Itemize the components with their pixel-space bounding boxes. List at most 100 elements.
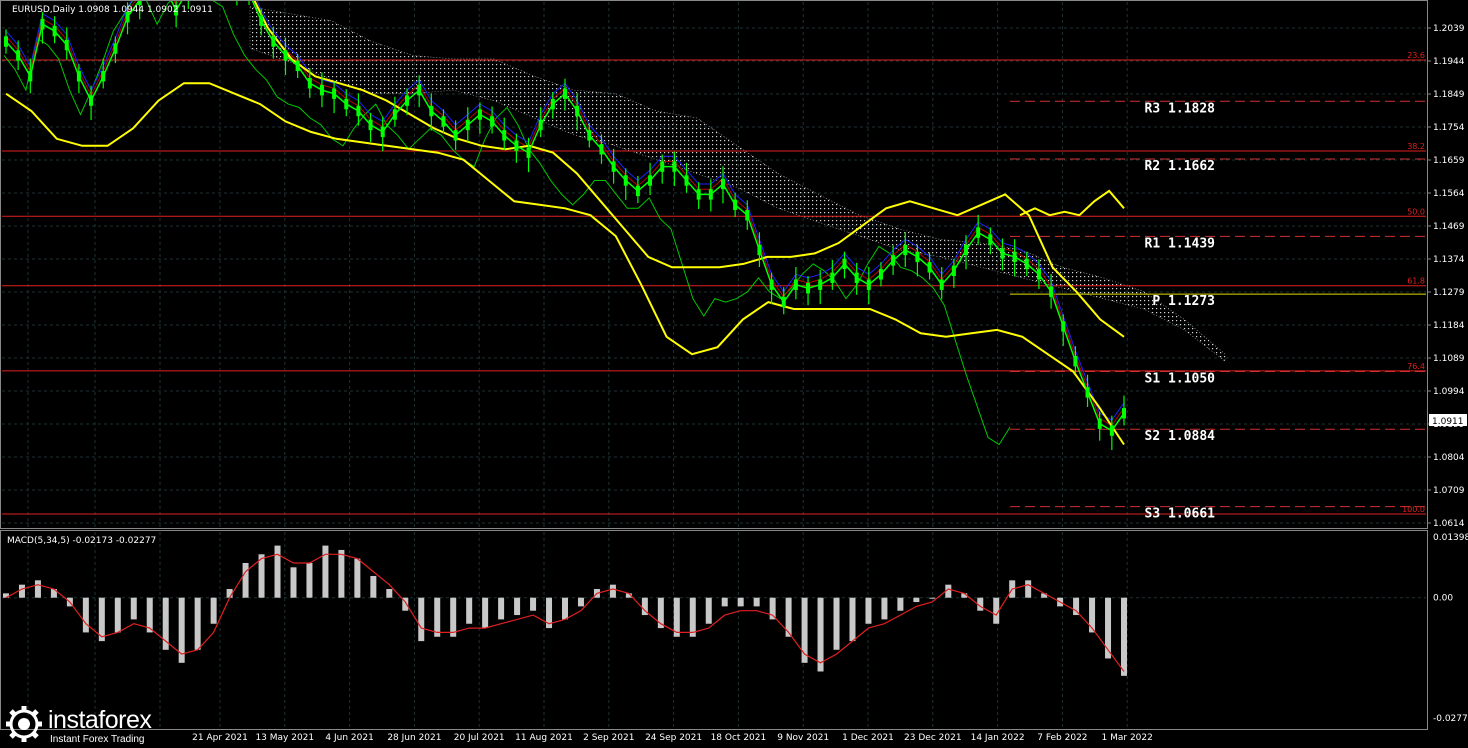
blue-ma-line bbox=[5, 0, 1125, 421]
macd-bar bbox=[434, 597, 441, 637]
pivot-label: S3 1.0661 bbox=[1145, 507, 1216, 522]
y-tick-label: 1.2039 bbox=[1433, 24, 1465, 34]
macd-bar bbox=[210, 597, 217, 624]
fibonacci-levels: 23.638.250.061.876.4100.0 bbox=[2, 51, 1426, 515]
macd-header: MACD(5,34,5) -0.02173 -0.02277 bbox=[7, 536, 156, 546]
y-tick-label: 1.0709 bbox=[1433, 486, 1465, 496]
macd-bar bbox=[562, 597, 568, 620]
x-tick-label: 2 Sep 2021 bbox=[583, 733, 634, 743]
macd-bar bbox=[753, 597, 760, 607]
macd-bar bbox=[817, 597, 824, 672]
y-tick-label: 1.1279 bbox=[1433, 288, 1465, 298]
macd-bar bbox=[833, 597, 840, 650]
macd-bar bbox=[514, 597, 521, 616]
macd-bar bbox=[82, 597, 89, 633]
macd-bar bbox=[689, 597, 696, 637]
macd-bar bbox=[18, 584, 25, 598]
brand-name: instaforex bbox=[48, 706, 152, 734]
x-tick-label: 1 Mar 2022 bbox=[1102, 733, 1153, 743]
trading-chart[interactable]: 23.638.250.061.876.4100.0 R3 1.1828R2 1.… bbox=[0, 0, 1468, 748]
macd-bar bbox=[354, 558, 361, 598]
y-tick-label: 1.1754 bbox=[1433, 123, 1465, 133]
macd-bar bbox=[769, 597, 776, 620]
brand-tagline: Instant Forex Trading bbox=[50, 734, 145, 745]
macd-bar bbox=[721, 597, 728, 607]
y-tick-label: 1.0614 bbox=[1433, 519, 1465, 529]
macd-bar bbox=[498, 597, 505, 620]
x-tick-label: 28 Jun 2021 bbox=[387, 733, 441, 743]
macd-bar bbox=[418, 597, 425, 642]
y-tick-label: 1.1184 bbox=[1433, 321, 1465, 331]
y-tick-label: 1.1849 bbox=[1433, 90, 1465, 100]
macd-bar bbox=[929, 597, 936, 599]
macd-bar bbox=[162, 597, 169, 650]
red-ma-line bbox=[5, 0, 1125, 427]
fib-label: 61.8 bbox=[1407, 277, 1425, 286]
macd-bar bbox=[849, 597, 856, 642]
y-tick-label: 1.1089 bbox=[1433, 354, 1465, 364]
instaforex-logo: instaforex Instant Forex Trading bbox=[4, 704, 180, 746]
x-tick-label: 7 Feb 2022 bbox=[1037, 733, 1087, 743]
y-tick-label: 1.1944 bbox=[1433, 57, 1465, 67]
macd-bar bbox=[881, 597, 888, 620]
fib-label: 76.4 bbox=[1407, 362, 1425, 371]
fib-label: 50.0 bbox=[1407, 207, 1425, 216]
pivot-label: R2 1.1662 bbox=[1145, 159, 1215, 174]
macd-bar bbox=[1025, 580, 1032, 598]
price-pane-border bbox=[0, 0, 1428, 529]
macd-bar bbox=[737, 597, 744, 607]
x-tick-label: 20 Jul 2021 bbox=[454, 733, 505, 743]
pivot-label: S1 1.1050 bbox=[1145, 372, 1216, 387]
y-tick-label: 1.1374 bbox=[1433, 255, 1465, 265]
macd-bar bbox=[1121, 597, 1127, 676]
fib-label: 38.2 bbox=[1407, 142, 1425, 151]
pivot-levels: R3 1.1828 R2 1.1662 R1 1.1439 P 1.1273 S1 1.… bbox=[1010, 100, 1426, 522]
macd-bar bbox=[466, 597, 473, 624]
macd-bar bbox=[482, 597, 489, 629]
band-lower-line bbox=[5, 82, 1125, 446]
macd-bar bbox=[34, 580, 41, 598]
macd-bar bbox=[609, 584, 616, 598]
macd-bar bbox=[386, 589, 393, 598]
macd-bar bbox=[194, 597, 201, 650]
y-tick-label: 1.0994 bbox=[1433, 387, 1465, 397]
macd-bar bbox=[705, 597, 712, 624]
x-tick-label: 13 May 2021 bbox=[255, 733, 314, 743]
macd-grid bbox=[2, 532, 1426, 728]
macd-bar bbox=[913, 597, 920, 603]
macd-bar bbox=[114, 597, 121, 633]
macd-tick-label: -0.02771 bbox=[1433, 714, 1468, 724]
x-tick-label: 1 Dec 2021 bbox=[842, 733, 894, 743]
macd-bar bbox=[577, 597, 584, 607]
y-tick-label: 1.1659 bbox=[1433, 156, 1465, 166]
band-upper-line bbox=[253, 0, 1125, 338]
y-tick-label: 1.1469 bbox=[1433, 222, 1465, 232]
macd-bar bbox=[274, 545, 281, 598]
fib-label: 23.6 bbox=[1407, 51, 1425, 60]
macd-bar bbox=[897, 597, 904, 611]
macd-bar bbox=[530, 597, 537, 611]
x-tick-label: 24 Sep 2021 bbox=[645, 733, 702, 743]
x-tick-label: 4 Jun 2021 bbox=[325, 733, 373, 743]
pivot-label: P 1.1273 bbox=[1152, 294, 1215, 309]
gear-globe-icon bbox=[6, 706, 42, 742]
x-tick-label: 23 Dec 2021 bbox=[904, 733, 962, 743]
time-axis: 21 Apr 2021 13 May 2021 4 Jun 2021 28 Jun 2… bbox=[192, 733, 1153, 743]
macd-bar bbox=[306, 562, 313, 598]
pivot-label: R3 1.1828 bbox=[1145, 101, 1216, 116]
price-axis: 1.2039 1.1944 1.1849 1.1754 1.1659 1.1564 1.14… bbox=[1427, 24, 1468, 724]
macd-bar bbox=[370, 575, 377, 598]
macd-bar bbox=[130, 597, 137, 620]
macd-bar bbox=[242, 562, 249, 598]
pivot-label: R1 1.1439 bbox=[1145, 236, 1215, 251]
x-tick-label: 9 Nov 2021 bbox=[777, 733, 829, 743]
current-price-label: 1.0911 bbox=[1432, 417, 1464, 427]
macd-bar bbox=[322, 545, 329, 598]
y-tick-label: 1.1564 bbox=[1433, 189, 1465, 199]
pivot-label: S2 1.0884 bbox=[1145, 429, 1216, 444]
macd-bar bbox=[801, 597, 808, 663]
x-tick-label: 14 Jan 2022 bbox=[971, 733, 1025, 743]
y-tick-label: 1.0804 bbox=[1433, 453, 1465, 463]
macd-bar bbox=[290, 567, 297, 598]
x-tick-label: 21 Apr 2021 bbox=[192, 733, 248, 743]
